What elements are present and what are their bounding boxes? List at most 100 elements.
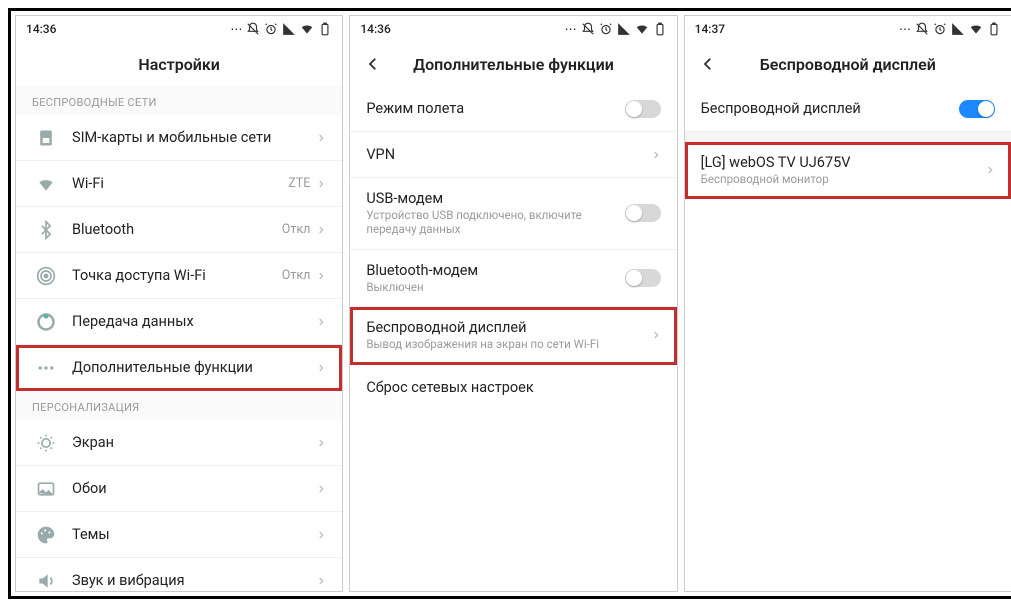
title-bar: Дополнительные функции — [350, 42, 676, 86]
palette-icon — [32, 525, 60, 545]
bell-off-icon — [581, 22, 595, 36]
row-usb-tether[interactable]: USB-модем Устройство USB подключено, вкл… — [350, 178, 676, 250]
row-label: Передача данных — [72, 313, 316, 330]
title-bar: Беспроводной дисплей — [685, 42, 1011, 86]
row-more-features[interactable]: Дополнительные функции — [16, 345, 342, 391]
row-label: Звук и вибрация — [72, 572, 316, 589]
signal-icon — [617, 22, 631, 36]
row-wallpaper[interactable]: Обои — [16, 466, 342, 512]
section-header: БЕСПРОВОДНЫЕ СЕТИ — [16, 86, 342, 115]
chevron-right-icon — [316, 317, 326, 327]
page-title: Беспроводной дисплей — [719, 55, 977, 74]
clock: 14:36 — [360, 22, 390, 36]
chevron-left-icon — [364, 55, 382, 73]
data-usage-icon — [32, 312, 60, 332]
chevron-right-icon — [316, 438, 326, 448]
row-label: Беспроводной дисплей — [701, 100, 959, 117]
display-icon — [32, 433, 60, 453]
chevron-right-icon — [316, 225, 326, 235]
chevron-right-icon — [316, 271, 326, 281]
toggle-switch[interactable] — [625, 204, 661, 222]
chevron-right-icon — [316, 363, 326, 373]
content-area: БЕСПРОВОДНЫЕ СЕТИ SIM-карты и мобильные … — [16, 86, 342, 591]
chevron-right-icon — [651, 150, 661, 160]
battery-icon — [653, 22, 667, 36]
bluetooth-icon — [32, 220, 60, 240]
row-label: Дополнительные функции — [72, 359, 316, 376]
status-bar: 14:37 ⋯ — [685, 16, 1011, 42]
wifi-icon — [969, 22, 983, 36]
row-wireless-display-toggle[interactable]: Беспроводной дисплей — [685, 86, 1011, 132]
row-label: Сброс сетевых настроек — [366, 379, 660, 396]
row-label: USB-модем — [366, 190, 624, 207]
row-themes[interactable]: Темы — [16, 512, 342, 558]
row-airplane[interactable]: Режим полета — [350, 86, 676, 132]
wifi-icon — [300, 22, 314, 36]
status-bar: 14:36 ⋯ — [350, 16, 676, 42]
row-wifi[interactable]: Wi-Fi ZTE — [16, 161, 342, 207]
status-bar: 14:36 ⋯ — [16, 16, 342, 42]
content-area: Режим полета VPN USB-модем Устройство US… — [350, 86, 676, 591]
sound-icon — [32, 571, 60, 591]
hotspot-icon — [32, 266, 60, 286]
bell-off-icon — [915, 22, 929, 36]
row-reset-network[interactable]: Сброс сетевых настроек — [350, 365, 676, 411]
sim-icon — [32, 128, 60, 148]
row-label: Wi-Fi — [72, 175, 288, 192]
row-bt-tether[interactable]: Bluetooth-модем Выключен — [350, 250, 676, 307]
section-gap — [685, 132, 1011, 142]
row-label: Беспроводной дисплей — [366, 319, 650, 336]
more-dots-icon: ⋯ — [565, 22, 577, 36]
row-value: ZTE — [288, 176, 310, 191]
row-bluetooth[interactable]: Bluetooth Откл — [16, 207, 342, 253]
row-vpn[interactable]: VPN — [350, 132, 676, 178]
more-dots-icon: ⋯ — [899, 22, 911, 36]
status-icons: ⋯ — [230, 22, 332, 36]
alarm-icon — [933, 22, 947, 36]
toggle-switch[interactable] — [625, 269, 661, 287]
row-value: Откл — [282, 268, 311, 283]
chevron-right-icon — [316, 133, 326, 143]
bell-off-icon — [246, 22, 260, 36]
toggle-switch[interactable] — [959, 100, 995, 118]
status-icons: ⋯ — [899, 22, 1001, 36]
page-title: Настройки — [28, 55, 330, 74]
clock: 14:36 — [26, 22, 56, 36]
more-icon — [32, 358, 60, 378]
alarm-icon — [264, 22, 278, 36]
row-display[interactable]: Экран — [16, 420, 342, 466]
battery-icon — [318, 22, 332, 36]
toggle-switch[interactable] — [625, 100, 661, 118]
row-data[interactable]: Передача данных — [16, 299, 342, 345]
row-subtitle: Устройство USB подключено, включите пере… — [366, 208, 624, 237]
back-button[interactable] — [697, 55, 719, 73]
row-sim[interactable]: SIM-карты и мобильные сети — [16, 115, 342, 161]
wifi-icon — [635, 22, 649, 36]
row-hotspot[interactable]: Точка доступа Wi-Fi Откл — [16, 253, 342, 299]
clock: 14:37 — [695, 22, 725, 36]
triptych-frame: 14:36 ⋯ Настройки БЕСПРОВОДНЫЕ СЕТИ SIM-… — [8, 8, 1011, 599]
row-label: Режим полета — [366, 100, 624, 117]
chevron-left-icon — [699, 55, 717, 73]
row-subtitle: Беспроводной монитор — [701, 172, 985, 186]
row-sound[interactable]: Звук и вибрация — [16, 558, 342, 591]
back-button[interactable] — [362, 55, 384, 73]
signal-icon — [951, 22, 965, 36]
row-label: Точка доступа Wi-Fi — [72, 267, 282, 284]
chevron-right-icon — [651, 330, 661, 340]
row-label: SIM-карты и мобильные сети — [72, 129, 316, 146]
section-header: ПЕРСОНАЛИЗАЦИЯ — [16, 391, 342, 420]
signal-icon — [282, 22, 296, 36]
row-value: Откл — [282, 222, 311, 237]
chevron-right-icon — [316, 484, 326, 494]
battery-icon — [987, 22, 1001, 36]
chevron-right-icon — [316, 530, 326, 540]
row-label: Экран — [72, 434, 316, 451]
row-wireless-display[interactable]: Беспроводной дисплей Вывод изображения н… — [350, 307, 676, 364]
more-dots-icon: ⋯ — [230, 22, 242, 36]
phone-screen-1: 14:36 ⋯ Настройки БЕСПРОВОДНЫЕ СЕТИ SIM-… — [15, 15, 343, 592]
wallpaper-icon — [32, 479, 60, 499]
row-device-lg-tv[interactable]: [LG] webOS TV UJ675V Беспроводной монито… — [685, 142, 1011, 199]
row-label: Bluetooth — [72, 221, 282, 238]
row-subtitle: Выключен — [366, 280, 624, 294]
